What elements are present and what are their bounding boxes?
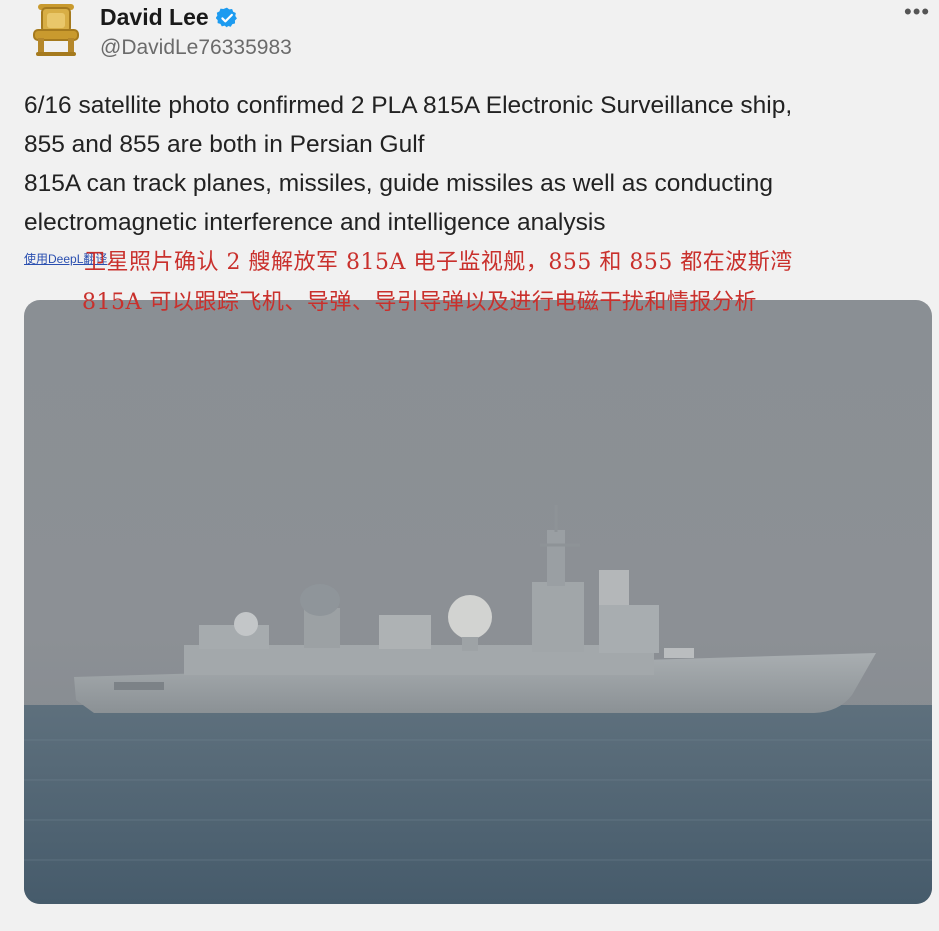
author-handle[interactable]: @DavidLe76335983 bbox=[100, 36, 292, 60]
tweet-line: 855 and 855 are both in Persian Gulf bbox=[24, 131, 425, 158]
author-name[interactable]: David Lee bbox=[100, 4, 238, 31]
more-options-icon[interactable]: ••• bbox=[904, 1, 930, 23]
tweet-media-photo[interactable] bbox=[24, 300, 932, 904]
tweet-line: electromagnetic interference and intelli… bbox=[24, 209, 606, 236]
tweet-card: David Lee @DavidLe76335983 ••• 6/16 sate… bbox=[0, 0, 939, 931]
tweet-text: 6/16 satellite photo confirmed 2 PLA 815… bbox=[24, 86, 929, 242]
tweet-line: 815A can track planes, missiles, guide m… bbox=[24, 170, 773, 197]
ship-photo-image bbox=[24, 300, 932, 904]
golden-throne-icon bbox=[33, 4, 79, 56]
tweet-line: 6/16 satellite photo confirmed 2 PLA 815… bbox=[24, 92, 793, 119]
author-name-text[interactable]: David Lee bbox=[100, 4, 209, 31]
avatar[interactable] bbox=[30, 2, 82, 58]
translation-line: 卫星照片确认 2 艘解放军 815A 电子监视舰，855 和 855 都在波斯湾 bbox=[84, 250, 793, 275]
translation-line: 815A 可以跟踪飞机、导弹、导引导弹以及进行电磁干扰和情报分析 bbox=[82, 290, 757, 315]
verified-badge-icon bbox=[215, 7, 237, 27]
